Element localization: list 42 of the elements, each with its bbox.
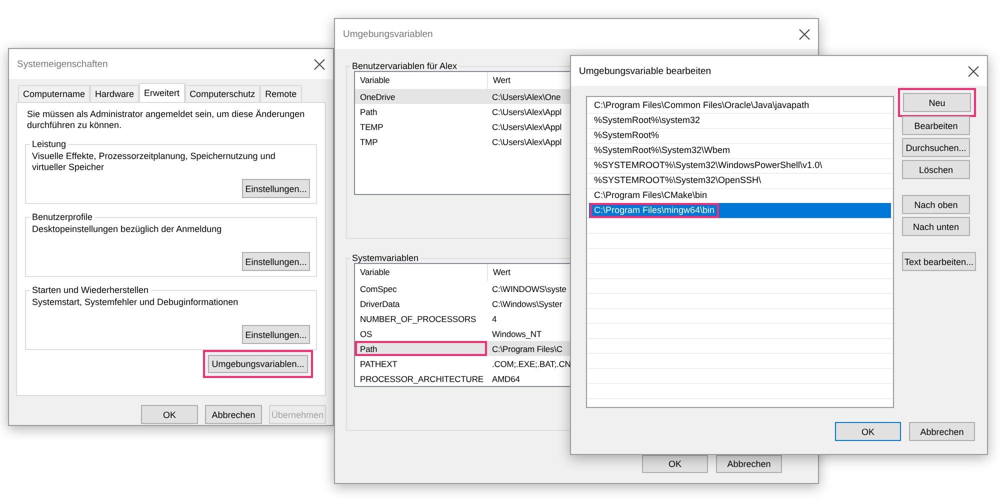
table-cell-text: Windows_NT (491, 328, 543, 338)
path-text: C:\Program Files\mingw64\bin (590, 203, 719, 218)
table-cell-text: ComSpec (359, 283, 398, 296)
path-text: C:\Program Files\Common Files\Oracle\Java\javapath (593, 99, 810, 112)
group-description: Systemstart, Systemfehler und Debuginformationen (32, 297, 240, 309)
notice-text: Sie müssen als Administrator angemeldet sein, um diese Änderungen durchführen zu können. (27, 109, 306, 131)
table-cell: Path (355, 341, 487, 356)
group-title: Benutzervariablen für Alex (351, 61, 458, 71)
table-cell-text: C:\Users\Alex\Appl (491, 136, 563, 146)
table-cell-text: C:\Users\Alex\One (491, 92, 562, 102)
table-cell-text: TMP (359, 136, 379, 149)
table-cell-text: C:\Users\Alex\Appl (491, 106, 563, 116)
table-cell-text: OneDrive (359, 91, 396, 104)
window-title: Umgebungsvariablen (343, 28, 433, 40)
table-cell-text: NUMBER_OF_PROCESSORS (359, 313, 478, 326)
table-cell-text: C:\Users\Alex\Appl (491, 122, 563, 132)
group-title: Starten und Wiederherstellen (31, 285, 150, 295)
group-title: Leistung (31, 139, 68, 149)
table-cell-text: OS (359, 328, 374, 341)
group-title: Benutzerprofile (31, 212, 94, 222)
table-cell-text: C:\Windows\Syster (491, 298, 564, 308)
group-description: Desktopeinstellungen bezüglich der Anmeldung (32, 224, 223, 236)
table-cell-text: PROCESSOR_ARCHITECTURE (359, 373, 484, 386)
table-cell-text: TEMP (359, 121, 384, 134)
table-cell-text: AMD64 (491, 374, 521, 384)
path-text: %SYSTEMROOT%\System32\WindowsPowerShell\v1.0\ (593, 159, 824, 172)
table-cell-text: 4 (491, 314, 498, 324)
table-cell-text: DriverData (359, 298, 401, 311)
path-text: %SystemRoot%\System32\Wbem (593, 144, 732, 157)
group-title: Systemvariablen (351, 253, 420, 263)
table-cell-text: C:\WINDOWS\syste (491, 284, 568, 294)
path-text: C:\Program Files\CMake\bin (593, 189, 708, 202)
path-text: %SYSTEMROOT%\System32\OpenSSH\ (593, 174, 762, 187)
table-cell-text: Path (359, 106, 378, 119)
window-title: Umgebungsvariable bearbeiten (579, 66, 712, 76)
table-cell-text: PATHEXT (359, 358, 398, 371)
table-cell-text: .COM;.EXE;.BAT;.CN (491, 358, 572, 368)
path-text: %SystemRoot% (593, 129, 660, 142)
table-cell-text: C:\Program Files\C (491, 344, 564, 354)
path-text: %SystemRoot%\system32 (593, 114, 702, 127)
window-title: Systemeigenschaften (17, 58, 108, 70)
group-description: Visuelle Effekte, Prozessorzeitplanung, Speichernutzung und virtueller Speicher (32, 151, 276, 174)
